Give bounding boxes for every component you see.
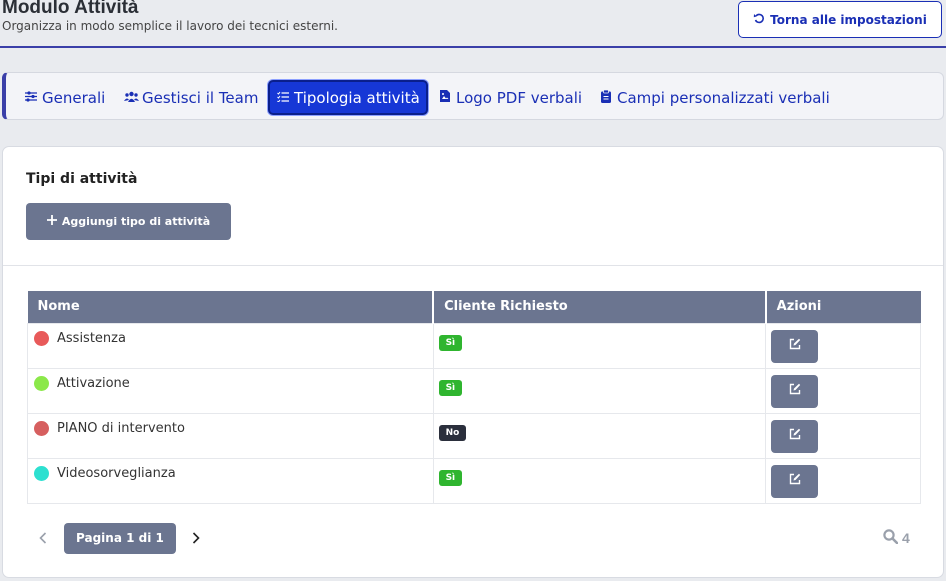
tab-tipologia-attivita[interactable]: Tipologia attività <box>268 80 428 115</box>
activity-name: Videosorveglianza <box>57 465 176 481</box>
file-image-icon <box>438 90 451 105</box>
column-header-azioni: Azioni <box>765 291 921 323</box>
tab-label: Gestisci il Team <box>142 88 259 107</box>
tab-label: Tipologia attività <box>294 88 420 107</box>
add-activity-type-button[interactable]: Aggiungi tipo di attività <box>26 203 231 240</box>
add-activity-type-label: Aggiungi tipo di attività <box>61 215 211 228</box>
back-to-settings-button[interactable]: Torna alle impostazioni <box>738 1 942 38</box>
required-badge: No <box>438 424 467 441</box>
chevron-right-icon <box>192 528 200 548</box>
color-dot <box>34 375 49 391</box>
edit-button[interactable] <box>771 374 819 408</box>
tab-label: Campi personalizzati verbali <box>617 88 830 107</box>
column-header-nome[interactable]: Nome <box>27 291 435 323</box>
tab-generali[interactable]: Generali <box>18 81 111 114</box>
tab-label: Logo PDF verbali <box>456 88 583 107</box>
plus-icon <box>46 215 57 228</box>
activity-name: Assistenza <box>57 330 126 346</box>
tab-logo-pdf[interactable]: Logo PDF verbali <box>432 81 588 114</box>
tabs-bar: Generali Gestisci il Team Tipologia atti… <box>2 72 944 120</box>
next-page-button[interactable] <box>176 528 216 549</box>
edit-button[interactable] <box>771 329 819 363</box>
edit-button[interactable] <box>771 419 819 453</box>
required-badge: Sì <box>438 469 463 486</box>
edit-button[interactable] <box>771 464 819 498</box>
chevron-left-icon <box>39 528 47 548</box>
edit-icon <box>789 383 801 399</box>
table-row[interactable]: PIANO di intervento No <box>27 412 921 459</box>
table-row[interactable]: Assistenza Sì <box>27 322 921 369</box>
activity-name: PIANO di intervento <box>57 420 185 436</box>
table-row[interactable]: Attivazione Sì <box>27 367 921 414</box>
column-header-cliente-richiesto[interactable]: Cliente Richiesto <box>433 291 767 323</box>
color-dot <box>34 465 49 481</box>
search-icon <box>883 529 899 547</box>
page-subtitle: Organizza in modo semplice il lavoro dei… <box>2 19 338 33</box>
required-badge: Sì <box>438 334 463 351</box>
page-title: Modulo Attività <box>2 0 139 18</box>
users-icon <box>124 91 139 105</box>
clipboard-icon <box>599 89 612 106</box>
edit-icon <box>789 338 801 354</box>
tab-campi-personalizzati[interactable]: Campi personalizzati verbali <box>593 81 836 114</box>
prev-page-button[interactable] <box>27 528 59 549</box>
page-indicator: Pagina 1 di 1 <box>64 523 176 554</box>
list-check-icon <box>276 91 289 105</box>
pagination: Pagina 1 di 1 <box>27 523 216 554</box>
table-header-row: Nome Cliente Richiesto Azioni <box>27 291 921 323</box>
section-title: Tipi di attività <box>26 171 138 187</box>
tab-gestisci-team[interactable]: Gestisci il Team <box>118 81 264 114</box>
color-dot <box>34 420 49 436</box>
divider <box>3 265 943 266</box>
activity-types-table: Nome Cliente Richiesto Azioni Assistenza… <box>27 291 921 504</box>
color-dot <box>34 330 49 346</box>
result-count: 4 <box>883 529 910 547</box>
sliders-icon <box>24 90 37 105</box>
page-header: Modulo Attività Organizza in modo sempli… <box>0 0 946 48</box>
activity-types-card: Tipi di attività Aggiungi tipo di attivi… <box>2 146 944 578</box>
activity-name: Attivazione <box>57 375 130 391</box>
undo-icon <box>753 12 765 27</box>
edit-icon <box>789 428 801 444</box>
back-to-settings-label: Torna alle impostazioni <box>770 12 927 27</box>
tab-label: Generali <box>42 88 106 107</box>
edit-icon <box>789 473 801 489</box>
table-row[interactable]: Videosorveglianza Sì <box>27 457 921 504</box>
result-count-value: 4 <box>902 530 910 546</box>
required-badge: Sì <box>438 379 463 396</box>
